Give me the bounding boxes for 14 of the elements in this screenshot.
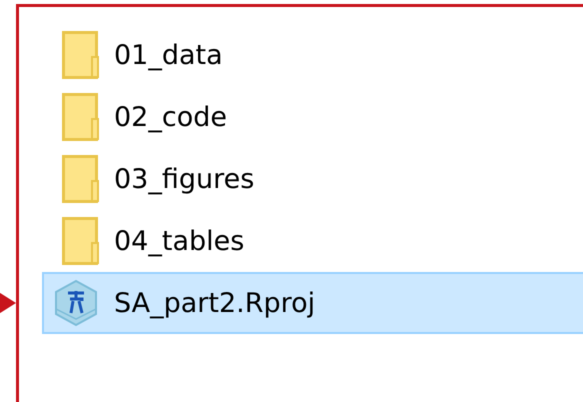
file-name: 02_code bbox=[114, 102, 227, 132]
file-item[interactable]: 02_code bbox=[42, 86, 583, 148]
folder-icon bbox=[62, 155, 100, 203]
file-name: 01_data bbox=[114, 40, 223, 70]
folder-icon bbox=[62, 93, 100, 141]
file-name: 03_figures bbox=[114, 164, 254, 194]
file-item[interactable]: 03_figures bbox=[42, 148, 583, 210]
folder-icon bbox=[62, 217, 100, 265]
folder-icon bbox=[62, 31, 100, 79]
file-item[interactable]: 04_tables bbox=[42, 210, 583, 272]
file-item[interactable]: 01_data bbox=[42, 24, 583, 86]
file-name: 04_tables bbox=[114, 226, 244, 256]
cube-icon bbox=[52, 279, 100, 327]
file-name: SA_part2.Rproj bbox=[114, 288, 316, 318]
